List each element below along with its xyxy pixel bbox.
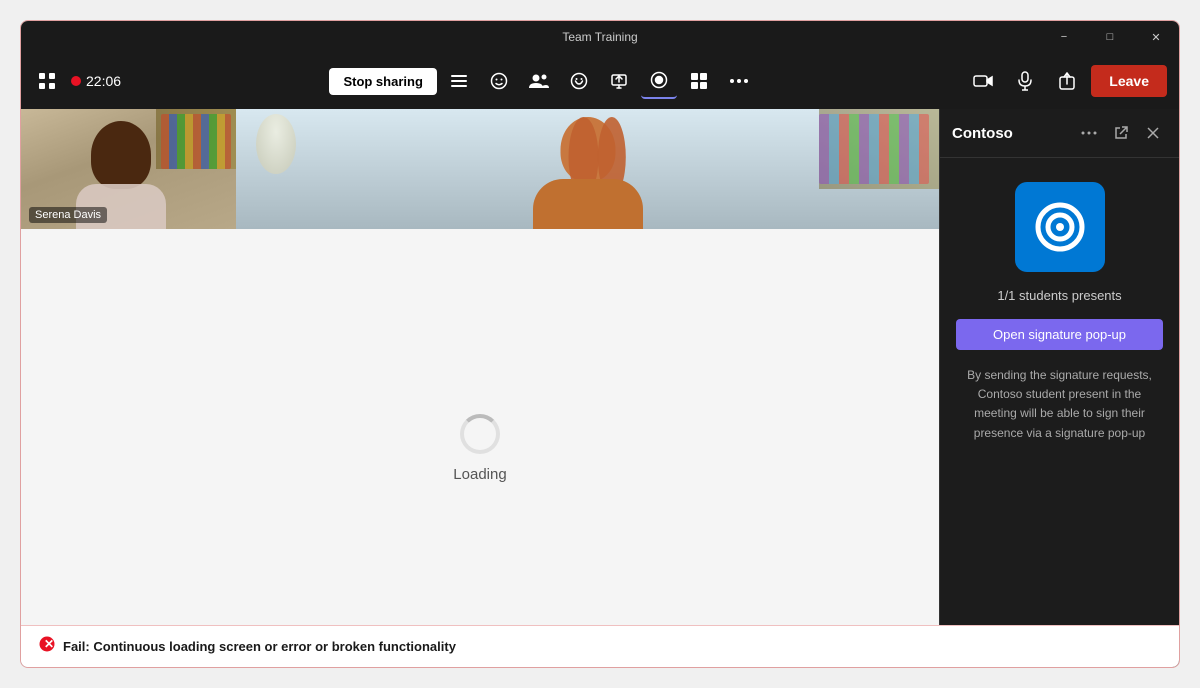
title-bar: Team Training − □ ✕ [21, 21, 1179, 53]
loading-spinner [460, 414, 500, 454]
recording-time: 22:06 [86, 73, 121, 89]
open-signature-popup-button[interactable]: Open signature pop-up [956, 319, 1163, 350]
leave-button[interactable]: Leave [1091, 65, 1167, 97]
recording-badge: 22:06 [71, 73, 121, 89]
grid-view-icon[interactable] [33, 67, 61, 95]
left-panel: Serena Davis [21, 109, 939, 667]
recording-dot [71, 76, 81, 86]
error-message: Fail: Continuous loading screen or error… [63, 639, 456, 654]
hamburger-button[interactable] [441, 63, 477, 99]
window-title: Team Training [562, 30, 637, 44]
error-icon: ✕ [39, 636, 55, 657]
participant-1-name: Serena Davis [29, 207, 107, 223]
panel-body: 1/1 students presents Open signature pop… [940, 158, 1179, 667]
right-panel: Contoso [939, 109, 1179, 667]
participant-1-video: Serena Davis [21, 109, 236, 229]
students-count-text: 1/1 students presents [997, 288, 1121, 303]
meeting-toolbar: 22:06 Stop sharing [21, 53, 1179, 109]
panel-description-text: By sending the signature requests, Conto… [956, 366, 1163, 443]
loading-area: Loading [21, 229, 939, 667]
contoso-logo [1015, 182, 1105, 272]
toolbar-right: Leave [965, 63, 1167, 99]
participant-2-video [236, 109, 939, 229]
people-button[interactable] [521, 63, 557, 99]
panel-title: Contoso [952, 125, 1075, 142]
reactions-button[interactable] [561, 63, 597, 99]
error-banner: ✕ Fail: Continuous loading screen or err… [21, 625, 1179, 667]
apps-button[interactable] [681, 63, 717, 99]
panel-more-button[interactable] [1075, 119, 1103, 147]
video-strip: Serena Davis [21, 109, 939, 229]
record-button[interactable] [641, 63, 677, 99]
minimize-button[interactable]: − [1041, 21, 1087, 53]
share-content-button[interactable] [601, 63, 637, 99]
stop-sharing-button[interactable]: Stop sharing [329, 68, 436, 95]
panel-header-buttons [1075, 119, 1167, 147]
mic-button[interactable] [1007, 63, 1043, 99]
teams-window: Team Training − □ ✕ 22:06 Stop sh [20, 20, 1180, 668]
camera-button[interactable] [965, 63, 1001, 99]
close-button[interactable]: ✕ [1133, 21, 1179, 53]
maximize-button[interactable]: □ [1087, 21, 1133, 53]
panel-close-button[interactable] [1139, 119, 1167, 147]
panel-popout-button[interactable] [1107, 119, 1135, 147]
share-tray-button[interactable] [1049, 63, 1085, 99]
emoji-button[interactable] [481, 63, 517, 99]
toolbar-center: Stop sharing [127, 63, 959, 99]
svg-text:✕: ✕ [44, 637, 54, 651]
loading-text: Loading [453, 466, 506, 483]
main-content: Serena Davis [21, 109, 1179, 667]
right-panel-header: Contoso [940, 109, 1179, 158]
more-button[interactable] [721, 63, 757, 99]
window-controls: − □ ✕ [1041, 21, 1179, 53]
toolbar-left: 22:06 [33, 67, 121, 95]
